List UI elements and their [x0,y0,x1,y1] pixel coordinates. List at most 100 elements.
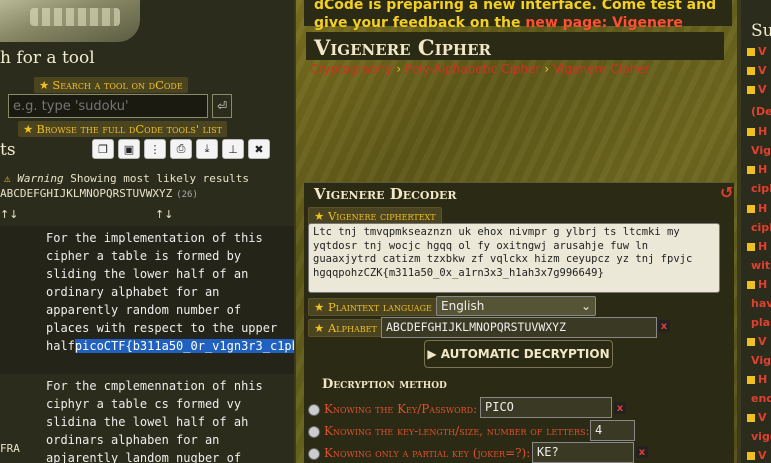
ciphertext-label-text: Vigenere ciphertext [327,209,436,223]
sidebar-link[interactable]: (Def [751,105,771,118]
clear-key-icon[interactable]: x [614,402,626,414]
browse-tools-link[interactable]: ★ Browse the full dCode tools' list [18,121,227,137]
star-icon [747,85,755,94]
radio-partial-key[interactable] [308,448,320,460]
star-icon [747,242,755,251]
warning-word: Warning [17,172,64,185]
sidebar-link-label: ciph [751,221,771,234]
sidebar-link[interactable]: H [747,373,767,386]
print-icon[interactable]: ⎙ [170,139,192,159]
sidebar-link[interactable]: V [747,411,767,424]
option-partial-key-label[interactable]: Knowing only a partial key (joker=?): [324,446,530,460]
breadcrumb-separator: › [544,62,550,76]
breadcrumb: Cryptography › Poly-Alphabetic Cipher › Vige… [310,62,650,76]
sort-column-2[interactable]: ↑↓ [155,208,173,221]
sidebar-link[interactable]: V [747,64,767,77]
download-icon[interactable]: ⤓ [196,139,218,159]
sidebar-link[interactable]: hav [751,297,771,310]
pin-icon[interactable]: ⊥ [222,139,244,159]
left-panel: h for a tool ★Search a tool on dCode ⏎ ★… [0,0,294,463]
sidebar-link[interactable]: V [747,45,767,58]
sidebar-link[interactable]: V [747,335,767,348]
plaintext-language-value: English [441,299,485,313]
sidebar-link-label: Vige [751,354,771,367]
sidebar-link-label: H [758,163,768,176]
radio-knowing-key[interactable] [308,404,320,416]
close-icon[interactable]: ✖ [248,139,270,159]
breadcrumb-item-cryptography[interactable]: Cryptography [310,62,392,76]
sidebar-link[interactable]: encr [751,392,771,405]
sidebar-link[interactable]: H [747,240,767,253]
sidebar-link[interactable]: Vige [751,354,771,367]
result-row[interactable]: FRA For the cmplemennation of nhis ciphy… [0,376,294,463]
search-input[interactable] [8,94,208,118]
sidebar-link-label: H [758,278,768,291]
star-icon [747,375,755,384]
search-tool-label: Search a tool on dCode [52,78,183,92]
option-key-length-label[interactable]: Knowing the key-length/size, number of l… [324,424,590,438]
clear-partial-key-icon[interactable]: x [636,446,648,458]
sidebar-link[interactable]: vige [751,430,771,443]
sidebar-link-label: H [758,202,768,215]
chevron-down-icon: ⌄ [580,299,591,313]
result-row[interactable]: For the implementation of this cipher a … [0,226,294,374]
sidebar-link-label: with [751,259,771,272]
sidebar-link-label: Vige [751,144,771,157]
sidebar-link[interactable]: H [747,278,767,291]
plaintext-language-label-text: Plaintext language [327,300,432,314]
clear-alphabet-icon[interactable]: x [658,320,670,332]
breadcrumb-item-poly-alphabetic[interactable]: Poly-Alphabetic Cipher [405,62,540,76]
sidebar-link[interactable]: plai [751,316,771,329]
result-flag-highlight[interactable]: picoCTF{b311a50_0r_v1gn3r3_c1ph3r7b99664… [74,339,294,353]
sidebar-link[interactable]: V [747,449,767,462]
main-content: dCode is preparing a new interface. Come… [296,0,737,463]
reset-icon[interactable]: ↺ [720,183,733,202]
sidebar-link-label: V [758,83,767,96]
sidebar-link-label: ciph [751,182,771,195]
alphabet-input[interactable]: ABCDEFGHIJKLMNOPQRSTUVWXYZ [381,317,657,338]
sidebar-link[interactable]: H [747,202,767,215]
automatic-decryption-button[interactable]: ▶ AUTOMATIC DECRYPTION [424,340,613,368]
ciphertext-textarea[interactable]: Ltc tnj tmvqpmkseaznzn uk ehox nivmpr g … [308,223,720,293]
radio-key-length[interactable] [308,426,320,438]
result-label: FRA [0,442,20,455]
results-section-title: ts [0,140,16,160]
result-text[interactable]: For the implementation of this cipher a … [46,229,294,355]
alphabet-text: ABCDEFGHIJKLMNOPQRSTUVWXYZ [0,187,173,200]
search-tool-pill: ★ Search a tool on dCode [34,77,188,93]
option-knowing-key-label[interactable]: Knowing the Key/Password: [324,402,477,416]
sidebar-link[interactable]: Vige [751,144,771,157]
alphabet-label-text: Alphabet [327,321,377,335]
copy-icon[interactable]: ❐ [92,139,114,159]
partial-key-input[interactable]: KE? [532,442,634,463]
results-alphabet: ABCDEFGHIJKLMNOPQRSTUVWXYZ (26) [0,187,198,200]
decoder-title: Vigenere Decoder [314,185,457,203]
sort-column-1[interactable]: ↑↓ [0,208,18,221]
dcode-logo[interactable] [0,0,140,42]
columns-icon[interactable]: ⋮ [144,139,166,159]
plaintext-language-select[interactable]: English ⌄ [436,296,596,316]
sidebar-link[interactable]: V [747,83,767,96]
search-submit-icon[interactable]: ⏎ [212,94,232,118]
breadcrumb-item-vigenere[interactable]: Vigenere Cipher [553,62,649,76]
sidebar-link[interactable]: ciph [751,182,771,195]
sidebar-link[interactable]: with [751,259,771,272]
star-icon: ★ [23,122,34,136]
sidebar-link[interactable]: H [747,125,767,138]
page-title: Vigenere Cipher [314,35,491,60]
sidebar-link-label: encr [751,392,771,405]
breadcrumb-separator: › [396,62,402,76]
sidebar-link-label: V [758,45,767,58]
star-icon [747,47,755,56]
key-length-input[interactable]: 4 [590,420,635,441]
screenshot-icon[interactable]: ▣ [118,139,140,159]
sidebar-link[interactable]: ciph [751,221,771,234]
result-text[interactable]: For the cmplemennation of nhis ciphyr a … [46,377,286,463]
alphabet-count: (26) [176,190,198,200]
sidebar-link-label: H [758,125,768,138]
key-input[interactable]: PICO [480,397,612,418]
alphabet-label: ★ Alphabet [308,319,383,337]
sidebar-link[interactable]: H [747,163,767,176]
sidebar-link-label: plai [751,316,771,329]
star-icon [747,451,755,460]
